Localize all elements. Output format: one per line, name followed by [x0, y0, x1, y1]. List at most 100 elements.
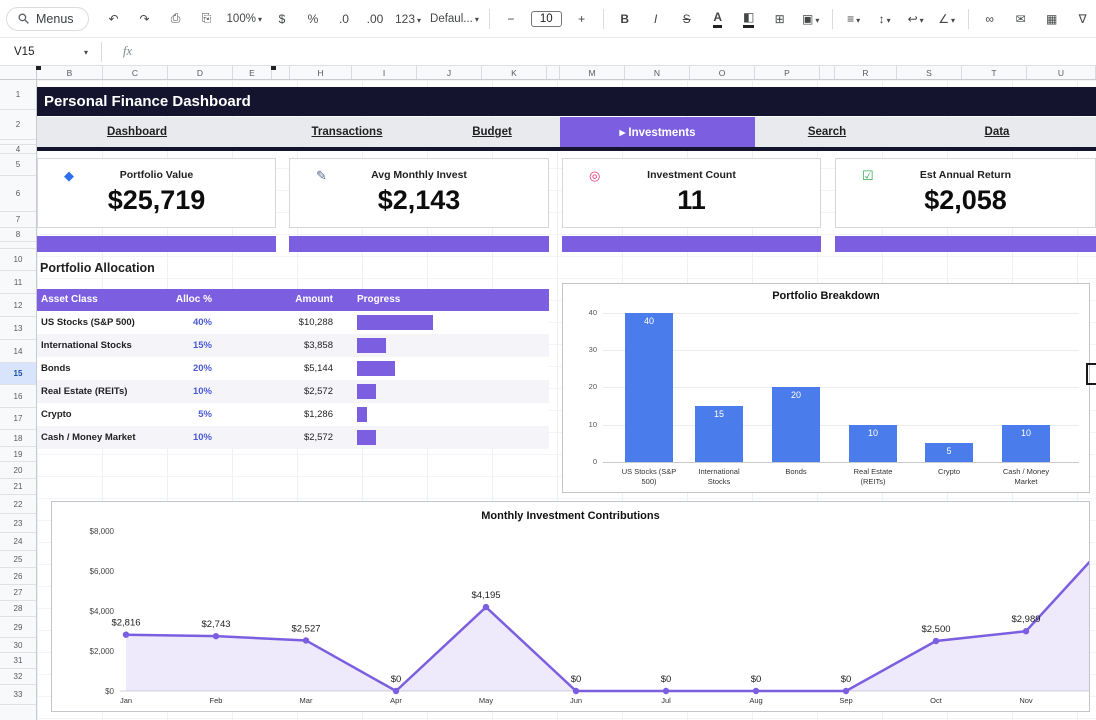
allocation-row[interactable]: Crypto5%$1,286 — [37, 403, 549, 426]
row-header-33[interactable]: 33 — [0, 685, 36, 705]
row-header-9[interactable] — [0, 242, 36, 249]
column-header-N[interactable]: N — [625, 66, 690, 79]
allocation-row[interactable]: International Stocks15%$3,858 — [37, 334, 549, 357]
text-rotation-button[interactable]: ∠ — [932, 7, 962, 31]
column-header-R[interactable]: R — [835, 66, 897, 79]
row-header-21[interactable]: 21 — [0, 479, 36, 495]
row-header-29[interactable]: 29 — [0, 617, 36, 638]
insert-chart-button[interactable]: ▦ — [1037, 7, 1067, 31]
column-header-B[interactable]: B — [37, 66, 103, 79]
paint-format-button[interactable]: ⎘ — [192, 7, 222, 31]
row-header-30[interactable]: 30 — [0, 638, 36, 653]
column-header-E[interactable]: E — [233, 66, 272, 79]
row-header-23[interactable]: 23 — [0, 514, 36, 533]
currency-format-button[interactable]: $ — [267, 7, 297, 31]
column-header-P[interactable]: P — [755, 66, 820, 79]
column-header-U[interactable]: U — [1027, 66, 1096, 79]
monthly-contributions-chart[interactable]: Monthly Investment Contributions $2,816$… — [51, 501, 1090, 712]
row-header-20[interactable]: 20 — [0, 462, 36, 479]
strikethrough-button[interactable]: S — [672, 7, 702, 31]
row-header-22[interactable]: 22 — [0, 495, 36, 514]
row-header-1[interactable]: 1 — [0, 80, 36, 110]
row-header-26[interactable]: 26 — [0, 568, 36, 585]
text-wrap-button[interactable]: ↩ — [901, 7, 931, 31]
column-header-O[interactable]: O — [690, 66, 755, 79]
row-header-11[interactable]: 11 — [0, 271, 36, 294]
row-header-12[interactable]: 12 — [0, 294, 36, 317]
row-header-8[interactable]: 8 — [0, 228, 36, 242]
allocation-row[interactable]: US Stocks (S&P 500)40%$10,288 — [37, 311, 549, 334]
row-header-5[interactable]: 5 — [0, 154, 36, 176]
font-size-input[interactable]: 10 — [527, 7, 566, 31]
row-header-27[interactable]: 27 — [0, 585, 36, 601]
text-color-button[interactable]: A — [703, 7, 733, 31]
kpi-card-2[interactable]: ✎Avg Monthly Invest$2,143 — [289, 158, 549, 228]
row-header-19[interactable]: 19 — [0, 447, 36, 462]
column-header-I[interactable]: I — [352, 66, 417, 79]
kpi-card-1[interactable]: ◆Portfolio Value$25,719 — [37, 158, 276, 228]
row-header-14[interactable]: 14 — [0, 340, 36, 363]
fill-color-button[interactable]: ◧ — [734, 7, 764, 31]
column-header-L[interactable] — [547, 66, 560, 79]
bold-button[interactable]: B — [610, 7, 640, 31]
tab-budget[interactable]: Budget — [437, 117, 547, 147]
column-header-S[interactable]: S — [897, 66, 962, 79]
row-header-24[interactable]: 24 — [0, 533, 36, 551]
row-header-4[interactable]: 4 — [0, 145, 36, 154]
row-header-13[interactable]: 13 — [0, 317, 36, 340]
sheet-canvas[interactable]: Personal Finance Dashboard DashboardTran… — [37, 80, 1096, 720]
number-format-button[interactable]: 123 — [391, 7, 425, 31]
column-header-C[interactable]: C — [103, 66, 168, 79]
percent-format-button[interactable]: % — [298, 7, 328, 31]
search-menus-button[interactable]: Menus — [6, 7, 89, 31]
column-header-T[interactable]: T — [962, 66, 1027, 79]
insert-comment-button[interactable]: ✉ — [1006, 7, 1036, 31]
column-header-D[interactable]: D — [168, 66, 233, 79]
vertical-align-button[interactable]: ↕ — [870, 7, 900, 31]
column-header-Q[interactable] — [820, 66, 835, 79]
create-filter-button[interactable]: ∇ — [1068, 7, 1096, 31]
kpi-card-4[interactable]: ☑Est Annual Return$2,058 — [835, 158, 1096, 228]
row-header-18[interactable]: 18 — [0, 430, 36, 447]
allocation-row[interactable]: Bonds20%$5,144 — [37, 357, 549, 380]
tab-dashboard[interactable]: Dashboard — [77, 117, 197, 147]
row-header-31[interactable]: 31 — [0, 653, 36, 669]
column-header-J[interactable]: J — [417, 66, 482, 79]
select-all-corner[interactable] — [0, 66, 37, 79]
allocation-row[interactable]: Real Estate (REITs)10%$2,572 — [37, 380, 549, 403]
kpi-card-3[interactable]: ◎Investment Count11 — [562, 158, 821, 228]
tab-search[interactable]: Search — [767, 117, 887, 147]
row-header-25[interactable]: 25 — [0, 551, 36, 568]
insert-link-button[interactable]: ∞ — [975, 7, 1005, 31]
increase-decimal-button[interactable]: .00 — [360, 7, 390, 31]
row-header-15[interactable]: 15 — [0, 363, 36, 385]
tab-investments[interactable]: ▸ Investments — [560, 117, 755, 147]
row-header-28[interactable]: 28 — [0, 601, 36, 617]
redo-button[interactable]: ↷ — [130, 7, 160, 31]
column-header-G[interactable] — [272, 66, 290, 79]
row-header-32[interactable]: 32 — [0, 669, 36, 685]
tab-transactions[interactable]: Transactions — [277, 117, 417, 147]
italic-button[interactable]: I — [641, 7, 671, 31]
decrease-font-size-button[interactable]: − — [496, 7, 526, 31]
column-header-M[interactable]: M — [560, 66, 625, 79]
row-header-6[interactable]: 6 — [0, 176, 36, 212]
row-header-7[interactable]: 7 — [0, 212, 36, 228]
column-header-H[interactable]: H — [290, 66, 352, 79]
print-button[interactable]: ⎙ — [161, 7, 191, 31]
increase-font-size-button[interactable]: + — [567, 7, 597, 31]
row-header-16[interactable]: 16 — [0, 385, 36, 408]
undo-button[interactable]: ↶ — [99, 7, 129, 31]
allocation-row[interactable]: Cash / Money Market10%$2,572 — [37, 426, 549, 449]
merge-cells-button[interactable]: ▣ — [796, 7, 826, 31]
row-header-2[interactable]: 2 — [0, 110, 36, 140]
font-family-select[interactable]: Defaul... — [426, 7, 483, 31]
portfolio-breakdown-chart[interactable]: Portfolio Breakdown 01020304040US Stocks… — [562, 283, 1090, 493]
borders-button[interactable]: ⊞ — [765, 7, 795, 31]
row-header-10[interactable]: 10 — [0, 249, 36, 271]
tab-data[interactable]: Data — [937, 117, 1057, 147]
decrease-decimal-button[interactable]: .0 — [329, 7, 359, 31]
column-header-K[interactable]: K — [482, 66, 547, 79]
row-header-17[interactable]: 17 — [0, 408, 36, 430]
name-box[interactable]: V15 — [0, 46, 96, 58]
